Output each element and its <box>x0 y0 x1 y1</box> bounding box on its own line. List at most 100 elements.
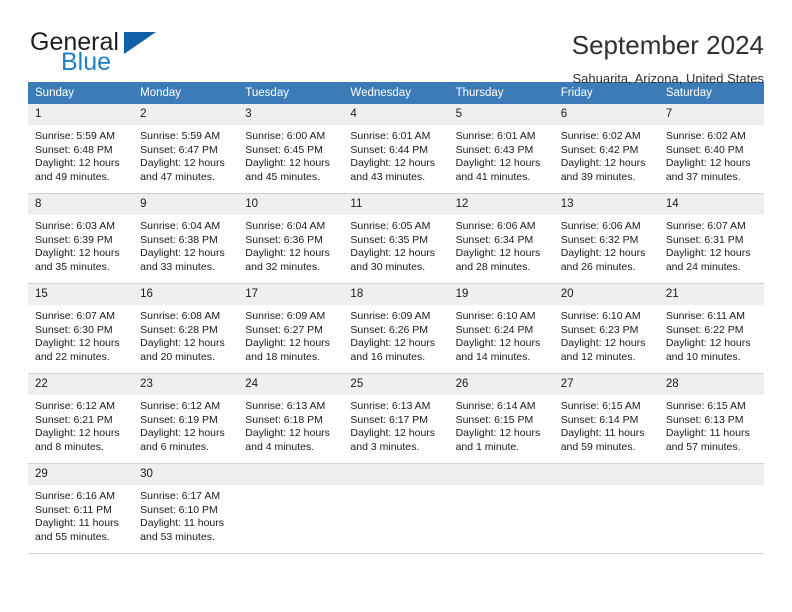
daylight-text-line2: and 49 minutes. <box>35 170 110 183</box>
day-cell[interactable]: 26 Sunrise: 6:14 AM Sunset: 6:15 PM Dayligh… <box>448 374 554 464</box>
day-number: 11 <box>343 194 449 215</box>
daylight-text-line2: and 53 minutes. <box>140 530 215 543</box>
sunset-text: Sunset: 6:34 PM <box>455 233 534 246</box>
day-info: Sunrise: 6:15 AM Sunset: 6:14 PM Daylight:… <box>554 395 659 454</box>
day-number: 18 <box>343 284 449 305</box>
daylight-text-line2: and 28 minutes. <box>455 260 531 273</box>
sunset-text: Sunset: 6:32 PM <box>560 233 639 246</box>
day-cell[interactable]: 25 Sunrise: 6:13 AM Sunset: 6:17 PM Dayligh… <box>343 374 449 464</box>
day-number <box>553 464 659 485</box>
daylight-text-line1: Daylight: 12 hours <box>455 337 541 350</box>
day-cell[interactable]: 20 Sunrise: 6:10 AM Sunset: 6:23 PM Dayligh… <box>553 284 659 374</box>
sunrise-text: Sunrise: 6:12 AM <box>35 400 115 412</box>
sunrise-text: Sunrise: 6:07 AM <box>665 220 746 232</box>
sunrise-text: Sunrise: 5:59 AM <box>35 130 115 142</box>
day-cell[interactable]: 19 Sunrise: 6:10 AM Sunset: 6:24 PM Dayligh… <box>448 284 554 374</box>
day-number: 21 <box>658 284 764 305</box>
daylight-text-line1: Daylight: 12 hours <box>35 427 120 440</box>
daylight-text-line2: and 24 minutes. <box>665 260 741 273</box>
day-cell[interactable]: 29 Sunrise: 6:16 AM Sunset: 6:11 PM Dayligh… <box>28 464 134 554</box>
sunrise-text: Sunrise: 6:13 AM <box>245 400 326 412</box>
day-info: Sunrise: 6:10 AM Sunset: 6:23 PM Daylight:… <box>554 305 659 364</box>
day-number: 6 <box>553 104 659 125</box>
day-cell[interactable]: 30 Sunrise: 6:17 AM Sunset: 6:10 PM Dayligh… <box>133 464 239 554</box>
daylight-text-line2: and 14 minutes. <box>455 350 531 363</box>
day-cell[interactable]: 18 Sunrise: 6:09 AM Sunset: 6:26 PM Dayligh… <box>343 284 449 374</box>
day-cell[interactable]: 14 Sunrise: 6:07 AM Sunset: 6:31 PM Dayligh… <box>658 194 764 284</box>
day-cell[interactable]: 1 Sunrise: 5:59 AM Sunset: 6:48 PM Daylight… <box>28 104 134 194</box>
day-cell-empty <box>238 464 344 554</box>
day-cell[interactable]: 16 Sunrise: 6:08 AM Sunset: 6:28 PM Dayligh… <box>133 284 239 374</box>
day-info: Sunrise: 6:09 AM Sunset: 6:26 PM Daylight:… <box>343 305 448 364</box>
sunrise-text: Sunrise: 6:12 AM <box>140 400 221 412</box>
day-number: 19 <box>448 284 554 305</box>
daylight-text-line1: Daylight: 11 hours <box>665 427 750 440</box>
sunrise-sunset-calendar: Sunday Monday Tuesday Wednesday Thursday… <box>28 82 764 554</box>
day-cell[interactable]: 2 Sunrise: 5:59 AM Sunset: 6:47 PM Daylight… <box>133 104 239 194</box>
sunset-text: Sunset: 6:48 PM <box>35 143 113 156</box>
week-row: 15 Sunrise: 6:07 AM Sunset: 6:30 PM Dayligh… <box>28 284 764 374</box>
day-info: Sunrise: 6:08 AM Sunset: 6:28 PM Daylight:… <box>133 305 238 364</box>
weekday-header-tuesday: Tuesday <box>238 82 344 104</box>
day-number: 22 <box>28 374 134 395</box>
day-number: 27 <box>553 374 659 395</box>
daylight-text-line2: and 59 minutes. <box>560 440 636 453</box>
day-cell[interactable]: 5 Sunrise: 6:01 AM Sunset: 6:43 PM Daylight… <box>448 104 554 194</box>
daylight-text-line1: Daylight: 12 hours <box>245 247 330 260</box>
day-number: 4 <box>343 104 449 125</box>
day-cell[interactable]: 11 Sunrise: 6:05 AM Sunset: 6:35 PM Dayligh… <box>343 194 449 284</box>
day-cell[interactable]: 13 Sunrise: 6:06 AM Sunset: 6:32 PM Dayligh… <box>553 194 659 284</box>
general-blue-logo[interactable]: General Blue <box>28 28 218 76</box>
daylight-text-line1: Daylight: 12 hours <box>350 247 436 260</box>
daylight-text-line1: Daylight: 12 hours <box>350 337 436 350</box>
day-cell[interactable]: 28 Sunrise: 6:15 AM Sunset: 6:13 PM Dayligh… <box>658 374 764 464</box>
sunset-text: Sunset: 6:36 PM <box>245 233 323 246</box>
sunset-text: Sunset: 6:40 PM <box>665 143 744 156</box>
day-cell[interactable]: 22 Sunrise: 6:12 AM Sunset: 6:21 PM Dayligh… <box>28 374 134 464</box>
sunset-text: Sunset: 6:42 PM <box>560 143 639 156</box>
day-info: Sunrise: 6:10 AM Sunset: 6:24 PM Daylight:… <box>449 305 554 364</box>
daylight-text-line1: Daylight: 12 hours <box>35 157 120 170</box>
logo-text-blue: Blue <box>61 48 112 76</box>
day-number <box>238 464 344 485</box>
daylight-text-line2: and 18 minutes. <box>245 350 320 363</box>
sunset-text: Sunset: 6:45 PM <box>245 143 323 156</box>
day-info: Sunrise: 6:05 AM Sunset: 6:35 PM Daylight:… <box>343 215 448 274</box>
day-cell[interactable]: 9 Sunrise: 6:04 AM Sunset: 6:38 PM Daylight… <box>133 194 239 284</box>
daylight-text-line2: and 12 minutes. <box>560 350 636 363</box>
day-cell[interactable]: 21 Sunrise: 6:11 AM Sunset: 6:22 PM Dayligh… <box>658 284 764 374</box>
sunrise-text: Sunrise: 6:04 AM <box>140 220 221 232</box>
day-number: 7 <box>658 104 764 125</box>
page-title: September 2024 <box>571 30 764 60</box>
day-cell[interactable]: 27 Sunrise: 6:15 AM Sunset: 6:14 PM Dayligh… <box>553 374 659 464</box>
day-info: Sunrise: 6:07 AM Sunset: 6:30 PM Daylight:… <box>28 305 133 364</box>
day-cell[interactable]: 23 Sunrise: 6:12 AM Sunset: 6:19 PM Dayligh… <box>133 374 239 464</box>
day-cell[interactable]: 3 Sunrise: 6:00 AM Sunset: 6:45 PM Daylight… <box>238 104 344 194</box>
day-cell[interactable]: 4 Sunrise: 6:01 AM Sunset: 6:44 PM Daylight… <box>343 104 449 194</box>
calendar-body: 1 Sunrise: 5:59 AM Sunset: 6:48 PM Daylight… <box>28 104 764 554</box>
week-row: 29 Sunrise: 6:16 AM Sunset: 6:11 PM Dayligh… <box>28 464 764 554</box>
day-cell[interactable]: 6 Sunrise: 6:02 AM Sunset: 6:42 PM Daylight… <box>553 104 659 194</box>
sunrise-text: Sunrise: 6:01 AM <box>455 130 536 142</box>
day-info: Sunrise: 6:13 AM Sunset: 6:18 PM Daylight:… <box>238 395 343 454</box>
day-number: 2 <box>133 104 239 125</box>
day-info: Sunrise: 6:01 AM Sunset: 6:44 PM Daylight:… <box>343 125 448 184</box>
sunrise-text: Sunrise: 5:59 AM <box>140 130 221 142</box>
day-cell[interactable]: 10 Sunrise: 6:04 AM Sunset: 6:36 PM Dayligh… <box>238 194 344 284</box>
daylight-text-line2: and 32 minutes. <box>245 260 320 273</box>
daylight-text-line2: and 4 minutes. <box>245 440 315 453</box>
day-cell[interactable]: 7 Sunrise: 6:02 AM Sunset: 6:40 PM Daylight… <box>658 104 764 194</box>
day-info: Sunrise: 6:04 AM Sunset: 6:36 PM Daylight:… <box>238 215 343 274</box>
day-cell[interactable]: 24 Sunrise: 6:13 AM Sunset: 6:18 PM Dayligh… <box>238 374 344 464</box>
day-cell[interactable]: 15 Sunrise: 6:07 AM Sunset: 6:30 PM Dayligh… <box>28 284 134 374</box>
weekday-header-sunday: Sunday <box>28 82 134 104</box>
daylight-text-line1: Daylight: 12 hours <box>560 157 646 170</box>
day-info: Sunrise: 5:59 AM Sunset: 6:48 PM Daylight:… <box>28 125 133 184</box>
sunset-text: Sunset: 6:14 PM <box>560 413 639 426</box>
day-cell[interactable]: 8 Sunrise: 6:03 AM Sunset: 6:39 PM Daylight… <box>28 194 134 284</box>
day-cell[interactable]: 12 Sunrise: 6:06 AM Sunset: 6:34 PM Dayligh… <box>448 194 554 284</box>
sunset-text: Sunset: 6:24 PM <box>455 323 534 336</box>
sunrise-text: Sunrise: 6:03 AM <box>35 220 115 232</box>
day-cell[interactable]: 17 Sunrise: 6:09 AM Sunset: 6:27 PM Dayligh… <box>238 284 344 374</box>
weekday-header-wednesday: Wednesday <box>343 82 449 104</box>
